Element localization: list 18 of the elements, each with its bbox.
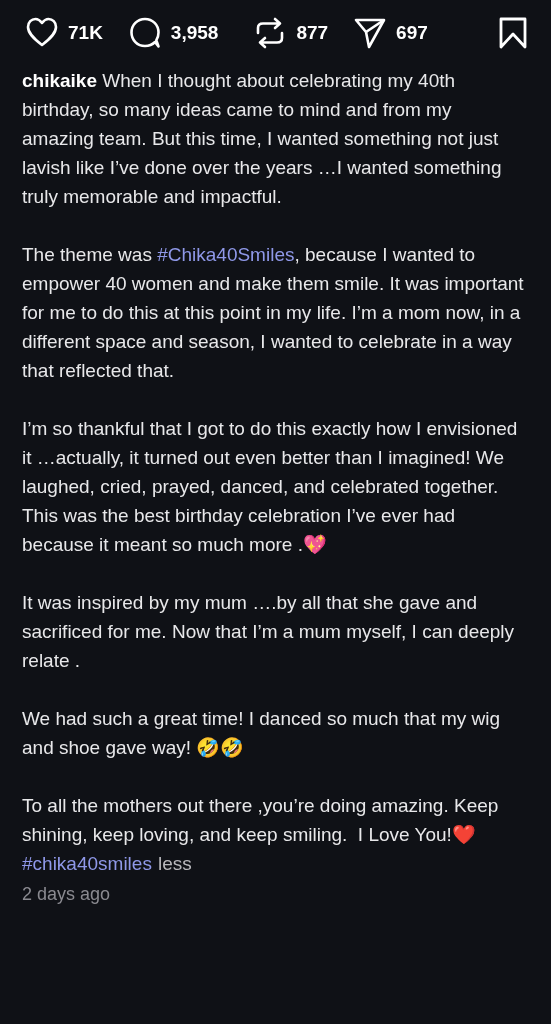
caption-paragraph: It was inspired by my mum ….by all that she gave and sacrificed for me. Now that I’m a mum myself, I can deeply relate . <box>22 591 516 673</box>
caption-paragraph: To all the mothers out there ,you’re doing amazing. Keep shining, keep loving, and keep smiling. I Love You!❤ <box>22 794 500 847</box>
comment-count: 3,958 <box>170 20 219 45</box>
repost-count: 877 <box>296 20 329 45</box>
send-icon[interactable] <box>353 16 388 50</box>
caption-paragraph: I’m so thankful that I got to do this exactly how I envisioned it …actually, it turned out even better than I imagined! We laughed, cried, prayed, danced, and celebrated together. This was the best birthday celebration I’ve ever had because it meant so much more .💖 <box>22 417 519 557</box>
like-count: 71K <box>68 20 103 45</box>
post-time: 2 days ago <box>22 883 112 906</box>
username-link[interactable]: chikaike <box>22 70 97 91</box>
comment-icon[interactable] <box>127 16 162 50</box>
hashtag-link[interactable]: #chika40smiles <box>22 849 152 878</box>
bookmark-icon[interactable] <box>499 17 527 49</box>
caption-paragraph: We had such a great time! I danced so much that my wig and shoe gave way! 🤣🤣 <box>22 707 502 760</box>
caption-paragraph: chikaike When I thought about celebrating my 40th birthday, so many ideas came to mind and from my amazing team. But this time, I wanted something not just lavish like I’ve done over the years …I wanted something truly memorable and impactful. <box>22 69 503 209</box>
hashtag-link[interactable]: #Chika40Smiles <box>157 244 295 265</box>
caption-paragraph: The theme was #Chika40Smiles, because I wanted to empower 40 women and make them smile. It was important for me to do this at this point in my life. I’m a mom now, in a different space and season, I wanted to celebrate in a way that reflected that. <box>22 243 525 383</box>
less-link[interactable]: less <box>157 849 192 878</box>
share-count: 697 <box>396 20 428 45</box>
